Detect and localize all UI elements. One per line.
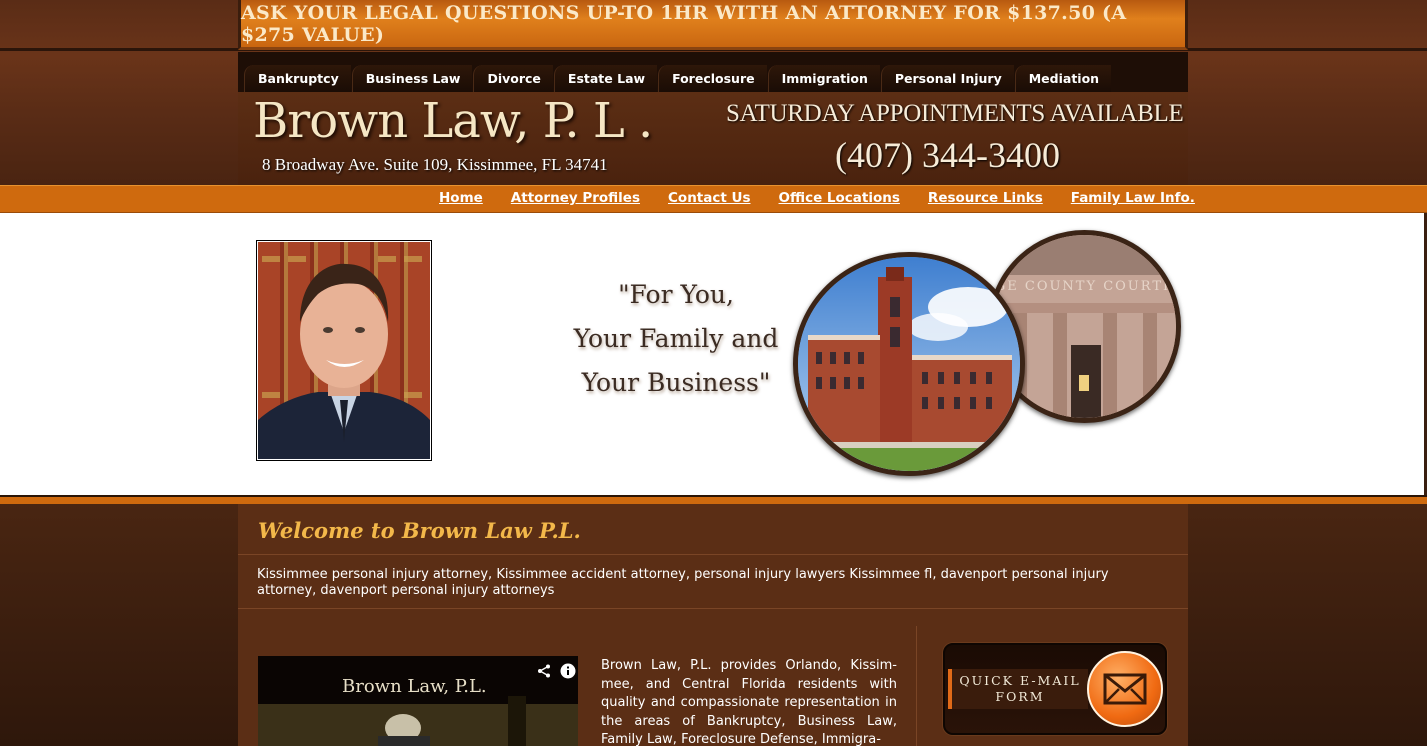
nav-office-locations[interactable]: Office Locations [779,190,900,206]
tab-bankruptcy[interactable]: Bankruptcy [244,65,351,92]
promo-text: ASK YOUR LEGAL QUESTIONS UP-TO 1HR WITH … [241,1,1127,46]
saturday-appointments: SATURDAY APPOINTMENTS AVAILABLE [726,100,1184,127]
quick-email-form-button[interactable]: QUICK E-MAIL FORM [943,643,1167,735]
phone-number: (407) 344-3400 [835,135,1060,175]
tab-divorce[interactable]: Divorce [473,65,553,92]
column-divider [916,626,917,746]
quick-email-label-line-1: QUICK E-MAIL [959,673,1081,688]
main-nav: Home Attorney Profiles Contact Us Office… [439,190,1223,206]
tab-personal-injury[interactable]: Personal Injury [880,65,1014,92]
video-thumbnail [258,656,578,746]
quick-email-label-line-2: FORM [995,689,1045,704]
tab-foreclosure[interactable]: Foreclosure [658,65,767,92]
firm-address: 8 Broadway Ave. Suite 109, Kissimmee, FL… [262,155,608,174]
quick-email-label: QUICK E-MAIL FORM [948,669,1088,709]
nav-resource-links[interactable]: Resource Links [928,190,1043,206]
nav-family-law-info[interactable]: Family Law Info. [1071,190,1195,206]
seo-keywords: Kissimmee personal injury attorney, Kiss… [257,567,1109,598]
practice-tabs: Bankruptcy Business Law Divorce Estate L… [238,52,1188,92]
tagline-line-1: "For You, [618,280,734,309]
envelope-icon [1087,651,1163,727]
attorney-photo [258,242,430,459]
courthouse-sign: ORANGE COUNTY COURTHOUSE [993,279,1176,294]
tab-mediation[interactable]: Mediation [1014,65,1112,92]
intro-paragraph: Brown Law, P.L. provides Orlando, Kissim… [601,658,897,746]
attorney-portrait [256,240,432,461]
tagline-line-2: Your Family and [573,324,779,353]
nav-contact-us[interactable]: Contact Us [668,190,751,206]
firm-name-logo[interactable]: Brown Law, P. L . [253,93,653,149]
welcome-heading: Welcome to Brown Law P.L. [258,518,581,543]
tab-immigration[interactable]: Immigration [767,65,880,92]
share-icon[interactable] [537,664,551,678]
divider [238,608,1188,609]
promo-banner[interactable]: ASK YOUR LEGAL QUESTIONS UP-TO 1HR WITH … [238,0,1188,50]
tagline: "For You, Your Family and Your Business" [556,273,796,405]
nav-home[interactable]: Home [439,190,483,206]
hero-bottom-border [0,495,1427,504]
courthouse-building-image [798,257,1020,471]
main-content: Welcome to Brown Law P.L. Kissimmee pers… [238,504,1188,746]
video-title: Brown Law, P.L. [342,676,487,697]
nav-attorney-profiles[interactable]: Attorney Profiles [511,190,640,206]
site-header: Brown Law, P. L . 8 Broadway Ave. Suite … [238,92,1188,185]
tagline-line-3: Your Business" [581,368,771,397]
divider [238,554,1188,555]
tab-estate-law[interactable]: Estate Law [553,65,658,92]
courthouse-circle-left [793,252,1025,476]
tab-business-law[interactable]: Business Law [351,65,473,92]
video-player[interactable]: Brown Law, P.L. [258,656,578,746]
info-icon[interactable] [560,663,576,679]
